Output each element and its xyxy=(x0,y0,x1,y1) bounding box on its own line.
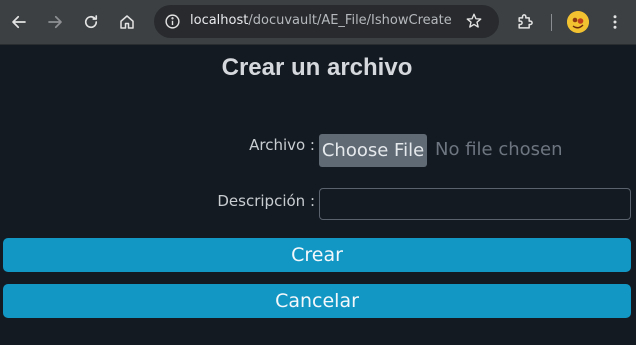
file-status-text: No file chosen xyxy=(435,139,563,160)
description-input[interactable] xyxy=(319,188,631,220)
page-content: Crear un archivo Archivo : Choose File N… xyxy=(0,46,636,345)
arrow-left-icon xyxy=(12,15,26,29)
reload-icon xyxy=(84,15,98,29)
url-host: localhost xyxy=(190,13,249,28)
url-text[interactable]: localhost/docuvault/AE_File/IshowCreate xyxy=(190,13,452,28)
choose-file-button[interactable]: Choose File xyxy=(319,134,427,167)
extensions-button[interactable] xyxy=(510,7,540,37)
page-title: Crear un archivo xyxy=(221,54,413,81)
url-path: /docuvault/AE_File/IshowCreate xyxy=(248,13,452,28)
back-button[interactable] xyxy=(4,7,34,37)
info-icon[interactable] xyxy=(164,13,181,30)
reload-button[interactable] xyxy=(76,7,106,37)
description-field-label: Descripción : xyxy=(217,192,315,210)
browser-menu-button[interactable] xyxy=(600,7,630,37)
kebab-menu-icon xyxy=(613,15,617,29)
address-bar[interactable]: localhost/docuvault/AE_File/IshowCreate xyxy=(154,5,499,38)
file-field-label: Archivo : xyxy=(249,136,315,154)
puzzle-icon xyxy=(518,14,533,29)
browser-toolbar: localhost/docuvault/AE_File/IshowCreate xyxy=(0,0,636,45)
home-icon xyxy=(120,15,134,29)
avatar[interactable] xyxy=(567,11,589,33)
home-button[interactable] xyxy=(112,7,142,37)
arrow-right-icon xyxy=(48,15,62,29)
forward-button[interactable] xyxy=(40,7,70,37)
cancel-button[interactable]: Cancelar xyxy=(3,284,631,318)
toolbar-divider xyxy=(551,14,552,31)
create-button[interactable]: Crear xyxy=(3,238,631,272)
star-icon[interactable] xyxy=(465,12,483,30)
avatar-image xyxy=(567,11,589,33)
